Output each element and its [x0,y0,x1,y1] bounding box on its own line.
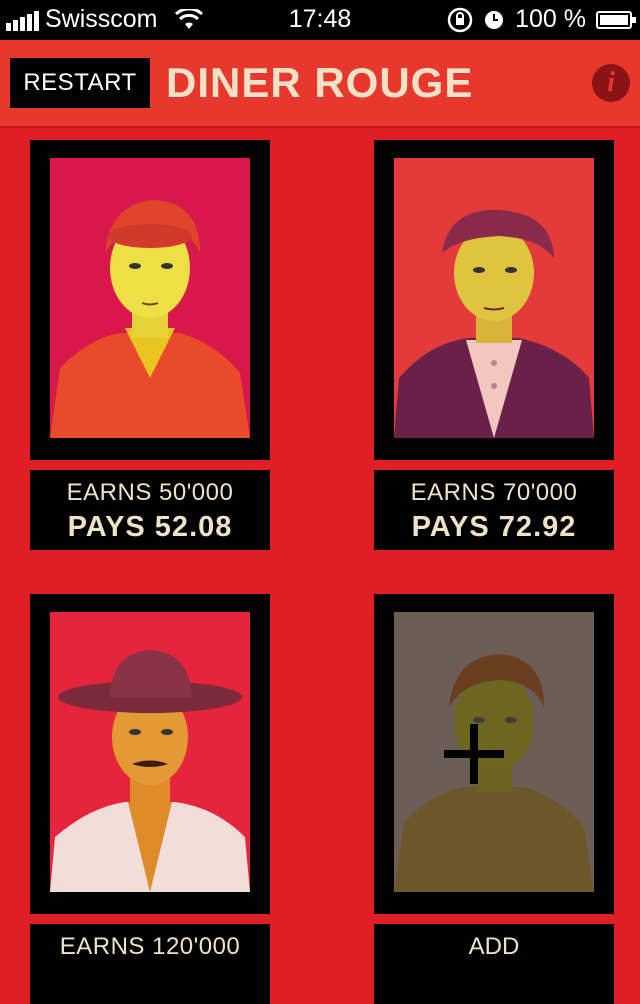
restart-button[interactable]: RESTART [10,58,150,108]
person-card[interactable]: EARNS 120'000 [30,594,270,1004]
pays-text: PAYS 52.08 [67,511,233,543]
person-card[interactable]: EARNS 70'000 PAYS 72.92 [374,140,614,550]
portrait-frame[interactable] [30,594,270,914]
navigation-bar: RESTART DINER ROUGE i [0,40,640,128]
add-text: ADD [468,933,520,960]
portrait-frame[interactable] [30,140,270,460]
portrait-woman-image [50,158,250,438]
add-portrait-frame[interactable] [374,594,614,914]
battery-icon [596,10,636,29]
info-icon: i [607,67,615,98]
add-label[interactable]: ADD [374,924,614,1004]
pays-text: PAYS 72.92 [411,511,577,543]
portrait-man-cap-image [394,158,594,438]
person-earnings-label: EARNS 70'000 PAYS 72.92 [374,470,614,550]
earns-text: EARNS 120'000 [59,933,241,960]
plus-icon[interactable] [444,724,504,784]
earns-text: EARNS 70'000 [410,479,578,506]
rotation-lock-icon [447,7,473,32]
add-person-card[interactable]: ADD [374,594,614,1004]
portrait-frame[interactable] [374,140,614,460]
battery-percentage: 100 % [515,5,586,33]
portrait-cowboy-image [50,612,250,892]
person-earnings-label: EARNS 120'000 [30,924,270,1004]
status-bar: Swisscom 17:48 100 % [0,0,640,40]
person-earnings-label: EARNS 50'000 PAYS 52.08 [30,470,270,550]
alarm-clock-icon [485,10,504,29]
earns-text: EARNS 50'000 [66,479,234,506]
app-title: DINER ROUGE [166,59,474,106]
info-button[interactable]: i [592,64,630,102]
person-card[interactable]: EARNS 50'000 PAYS 52.08 [30,140,270,550]
status-right: 100 % [447,5,636,34]
